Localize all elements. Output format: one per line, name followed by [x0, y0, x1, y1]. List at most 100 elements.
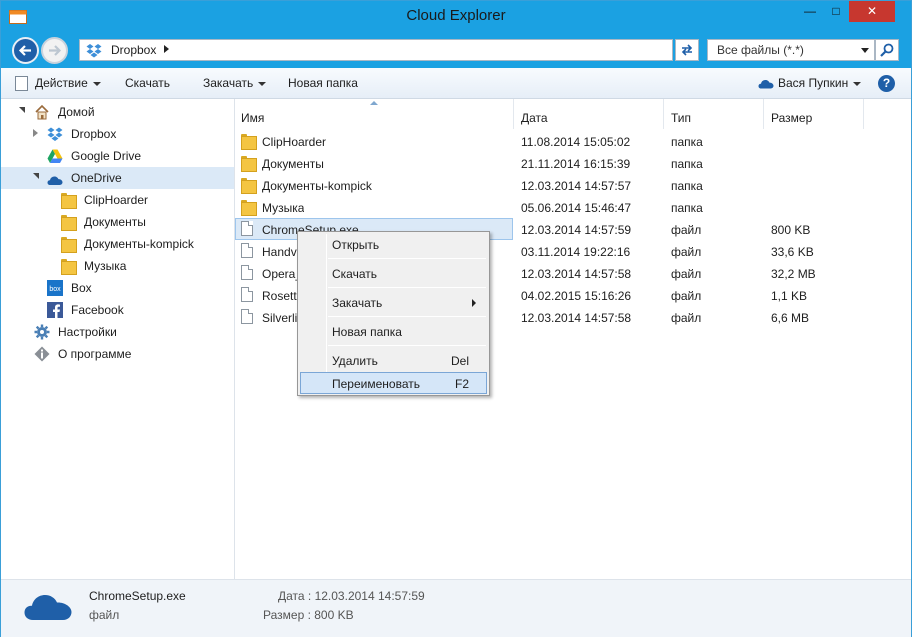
file-type: файл [671, 311, 702, 325]
folder-icon [241, 155, 257, 172]
address-box[interactable]: Dropbox [79, 39, 673, 61]
sidebar-item-documents[interactable]: Документы [1, 211, 234, 233]
name-cell[interactable]: Документы [235, 152, 513, 174]
file-date: 12.03.2014 14:57:58 [521, 267, 632, 281]
sidebar-item-label: Google Drive [71, 149, 142, 163]
file-icon [241, 309, 253, 324]
sidebar-item-label: ClipHoarder [84, 193, 149, 207]
close-button[interactable]: ✕ [849, 1, 895, 22]
search-button[interactable] [875, 39, 899, 61]
column-header-size[interactable]: Размер [765, 99, 864, 129]
sidebar-item-google-drive[interactable]: Google Drive [1, 145, 234, 167]
google-drive-icon [47, 149, 63, 163]
column-header-type[interactable]: Тип [665, 99, 764, 129]
folder-icon [61, 214, 77, 231]
onedrive-icon [24, 595, 72, 620]
sidebar-item-music[interactable]: Музыка [1, 255, 234, 277]
expand-arrow-icon[interactable] [33, 173, 39, 179]
sidebar-item-label: Facebook [71, 303, 124, 317]
sidebar-item-cliphoarder[interactable]: ClipHoarder [1, 189, 234, 211]
sidebar-item-about[interactable]: О программе [1, 343, 234, 365]
upload-button[interactable]: Закачать [203, 76, 267, 90]
sidebar-item-settings[interactable]: Настройки [1, 321, 234, 343]
menu-item-upload[interactable]: Закачать [300, 292, 487, 313]
file-name: Документы-kompick [262, 179, 372, 193]
sidebar-item-home[interactable]: Домой [1, 101, 234, 123]
expand-arrow-icon[interactable] [19, 107, 25, 113]
help-button[interactable]: ? [878, 75, 895, 92]
menu-item-delete[interactable]: Удалить Del [300, 350, 487, 371]
sidebar-tree: Домой Dropbox Google Drive OneDrive Clip… [1, 99, 235, 579]
file-filter-value: Все файлы (*.*) [717, 43, 804, 57]
file-icon [241, 265, 253, 280]
context-menu: Открыть Скачать Закачать Новая папка Уда… [297, 231, 490, 396]
chevron-down-icon [861, 48, 869, 53]
table-row[interactable]: Документы 21.11.2014 16:15:39 папка [235, 152, 911, 174]
table-row[interactable]: Документы-kompick 12.03.2014 14:57:57 па… [235, 174, 911, 196]
table-row[interactable]: ClipHoarder 11.08.2014 15:05:02 папка [235, 130, 911, 152]
home-icon [35, 104, 49, 120]
menu-item-open[interactable]: Открыть [300, 234, 487, 255]
sidebar-item-label: Настройки [58, 325, 117, 339]
menu-item-label: Удалить [332, 354, 378, 368]
menu-item-new-folder[interactable]: Новая папка [300, 321, 487, 342]
file-size: 1,1 KB [771, 289, 808, 303]
forward-button[interactable] [41, 37, 68, 64]
file-date: 05.06.2014 15:46:47 [521, 201, 632, 215]
action-menu-button[interactable]: Действие [35, 76, 101, 90]
sidebar-item-label: О программе [58, 347, 132, 361]
file-name: Silverli [262, 311, 298, 325]
chevron-down-icon [258, 81, 267, 86]
menu-separator [328, 345, 486, 346]
column-header-date[interactable]: Дата [515, 99, 664, 129]
sidebar-item-onedrive[interactable]: OneDrive [1, 167, 234, 189]
expand-arrow-icon[interactable] [33, 129, 38, 137]
selected-file-date: Дата : 12.03.2014 14:57:59 [278, 589, 425, 603]
file-filter-select[interactable]: Все файлы (*.*) [707, 39, 875, 61]
box-icon: box [47, 280, 63, 296]
back-button[interactable] [12, 37, 39, 64]
breadcrumb-arrow-icon[interactable] [164, 45, 169, 53]
table-row[interactable]: Музыка 05.06.2014 15:46:47 папка [235, 196, 911, 218]
upload-label: Закачать [203, 76, 254, 90]
name-cell[interactable]: Документы-kompick [235, 174, 513, 196]
file-date: 12.03.2014 14:57:59 [521, 223, 632, 237]
refresh-button[interactable] [675, 39, 699, 61]
menu-item-rename[interactable]: Переименовать F2 [300, 372, 487, 394]
sidebar-item-label: Box [71, 281, 92, 295]
file-type: файл [671, 223, 702, 237]
maximize-button[interactable]: □ [823, 1, 849, 22]
details-pane: ChromeSetup.exe файл Дата : 12.03.2014 1… [1, 579, 911, 637]
menu-separator [328, 316, 486, 317]
breadcrumb[interactable]: Dropbox [111, 43, 156, 57]
file-name: Handv [262, 245, 297, 259]
name-cell[interactable]: ClipHoarder [235, 130, 513, 152]
column-header-name[interactable]: Имя [235, 99, 514, 129]
sidebar-item-box[interactable]: box Box [1, 277, 234, 299]
file-icon [241, 243, 253, 258]
selected-file-name: ChromeSetup.exe [89, 589, 186, 603]
folder-icon [61, 236, 77, 253]
menu-item-download[interactable]: Скачать [300, 263, 487, 284]
sidebar-item-label: Музыка [84, 259, 127, 273]
folder-icon [241, 177, 257, 194]
sidebar-item-label: Документы-kompick [84, 237, 194, 251]
sidebar-item-label: Dropbox [71, 127, 117, 141]
svg-text:box: box [49, 286, 61, 293]
new-folder-button[interactable]: Новая папка [288, 76, 358, 90]
dropbox-icon [86, 44, 102, 58]
app-window: Cloud Explorer — □ ✕ Dropbox Все файлы (… [0, 0, 912, 637]
download-button[interactable]: Скачать [125, 76, 170, 90]
file-type: файл [671, 289, 702, 303]
name-cell[interactable]: Музыка [235, 196, 513, 218]
minimize-button[interactable]: — [797, 1, 823, 22]
sidebar-item-facebook[interactable]: Facebook [1, 299, 234, 321]
sidebar-item-documents-kompick[interactable]: Документы-kompick [1, 233, 234, 255]
file-type: папка [671, 201, 703, 215]
sidebar-item-dropbox[interactable]: Dropbox [1, 123, 234, 145]
file-date: 12.03.2014 14:57:57 [521, 179, 632, 193]
user-account-menu[interactable]: Вася Пупкин [778, 76, 862, 90]
submenu-arrow-icon [472, 299, 476, 307]
toolbar: Действие Скачать Закачать Новая папка Ва… [1, 68, 911, 99]
file-size: 6,6 MB [771, 311, 810, 325]
